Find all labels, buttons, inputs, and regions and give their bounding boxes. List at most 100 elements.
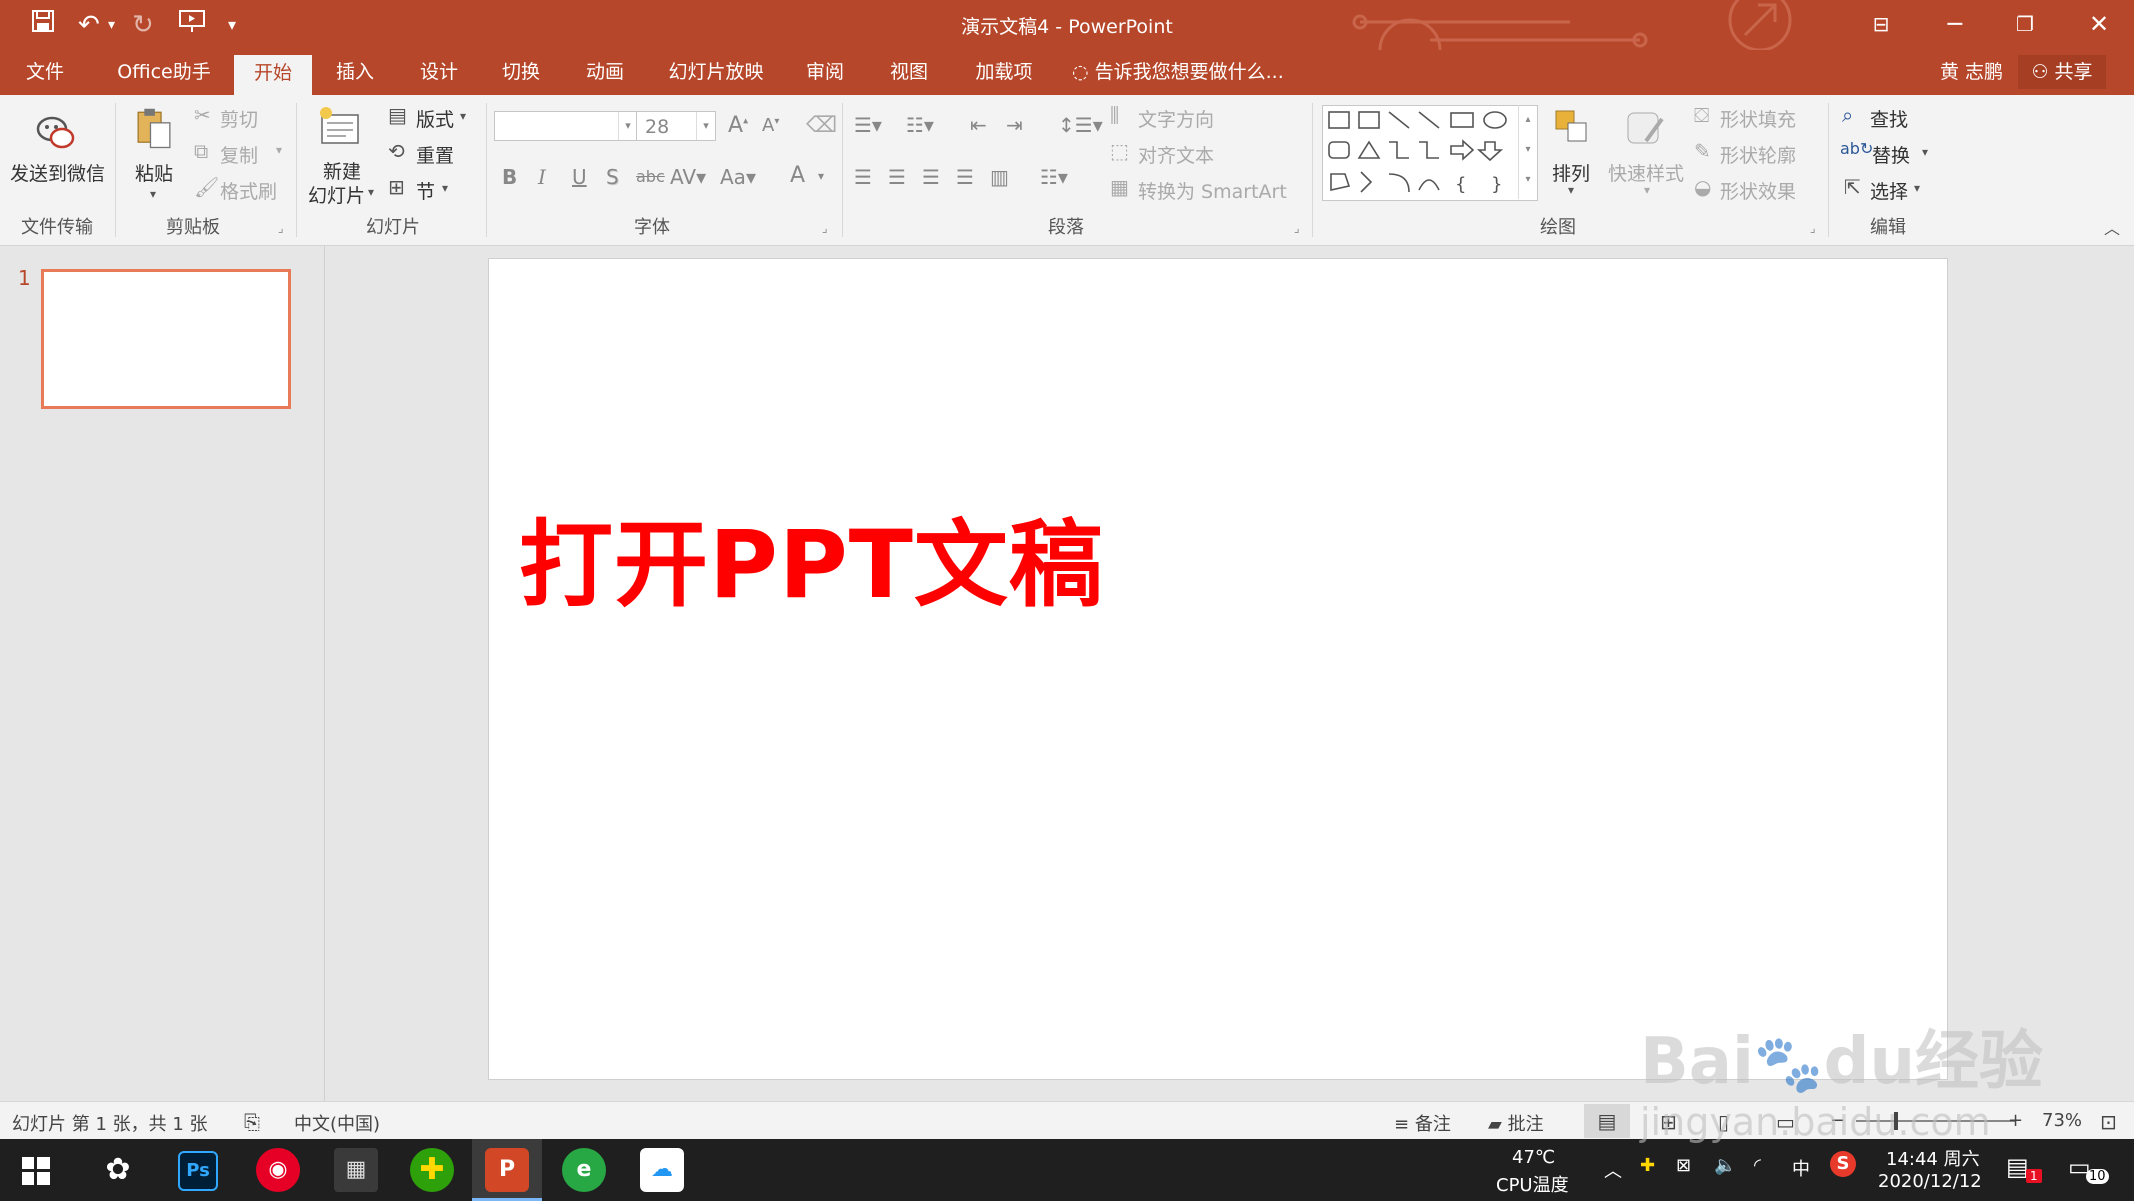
- 360-security-icon[interactable]: ✚: [410, 1148, 454, 1192]
- drawing-launcher-icon[interactable]: ⌟: [1810, 221, 1816, 235]
- layout-button[interactable]: 版式: [416, 105, 454, 132]
- collapse-ribbon-icon[interactable]: ︿: [2104, 215, 2120, 239]
- font-color-icon[interactable]: A: [790, 163, 805, 188]
- quick-styles-icon[interactable]: [1624, 107, 1668, 151]
- tell-me-search[interactable]: ◌ 告诉我您想要做什么...: [1072, 50, 1284, 94]
- wifi-icon[interactable]: ◜: [1754, 1155, 1761, 1176]
- clock-date[interactable]: 2020/12/12: [1878, 1171, 1982, 1192]
- comments-button[interactable]: ▰ 批注: [1488, 1110, 1544, 1136]
- slide-thumbnail[interactable]: [41, 269, 291, 409]
- grow-font-icon[interactable]: A▴: [728, 113, 748, 138]
- ribbon-display-options-icon[interactable]: ⊟: [1856, 6, 1906, 42]
- cut-button[interactable]: 剪切: [220, 105, 258, 132]
- columns-icon[interactable]: ☷▾: [1040, 165, 1068, 189]
- replace-button[interactable]: 替换: [1872, 141, 1910, 168]
- tab-review[interactable]: 审阅: [794, 50, 856, 95]
- copy-dropdown-icon[interactable]: ▾: [276, 143, 282, 157]
- align-center-icon[interactable]: ☰: [888, 165, 906, 189]
- new-slide-dropdown-icon[interactable]: ▾: [368, 185, 374, 199]
- paragraph-launcher-icon[interactable]: ⌟: [1294, 221, 1300, 235]
- reset-button[interactable]: 重置: [416, 141, 454, 168]
- tab-home[interactable]: 开始: [234, 55, 312, 95]
- tab-view[interactable]: 视图: [878, 50, 940, 95]
- align-left-icon[interactable]: ☰: [854, 165, 872, 189]
- section-button[interactable]: 节: [416, 177, 435, 204]
- text-direction-button[interactable]: 文字方向: [1138, 105, 1214, 132]
- shapes-gallery-scroll[interactable]: ▴ ▾ ▾: [1518, 105, 1537, 199]
- tab-file[interactable]: 文件: [14, 50, 76, 95]
- tab-office-assistant[interactable]: Office助手: [108, 50, 220, 95]
- clock-time[interactable]: 14:44 周六: [1886, 1145, 1980, 1171]
- tab-slideshow[interactable]: 幻灯片放映: [660, 50, 772, 95]
- italic-icon[interactable]: I: [538, 165, 546, 189]
- share-button[interactable]: ⚇ 共享: [2018, 55, 2106, 89]
- gallery-down-icon[interactable]: ▾: [1519, 135, 1537, 165]
- underline-icon[interactable]: U: [572, 165, 587, 189]
- shape-outline-button[interactable]: 形状轮廓: [1720, 141, 1796, 168]
- tab-design[interactable]: 设计: [408, 50, 470, 95]
- sogou-ime-icon[interactable]: S: [1830, 1151, 1856, 1177]
- clear-formatting-icon[interactable]: ⌫: [806, 113, 837, 138]
- gallery-up-icon[interactable]: ▴: [1519, 105, 1537, 135]
- shapes-gallery[interactable]: {}: [1322, 105, 1538, 201]
- tab-insert[interactable]: 插入: [324, 50, 386, 95]
- justify-icon[interactable]: ☰: [956, 165, 974, 189]
- align-text-button[interactable]: 对齐文本: [1138, 141, 1214, 168]
- tab-animations[interactable]: 动画: [574, 50, 636, 95]
- font-launcher-icon[interactable]: ⌟: [822, 221, 828, 235]
- tab-addins[interactable]: 加载项: [962, 50, 1046, 95]
- pinwheel-app-icon[interactable]: ✿: [96, 1148, 140, 1192]
- notes-button[interactable]: ≡ 备注: [1394, 1110, 1451, 1136]
- tray-360-icon[interactable]: ✚: [1640, 1155, 1655, 1176]
- increase-indent-icon[interactable]: ⇥: [1006, 113, 1023, 137]
- quick-styles-label[interactable]: 快速样式: [1608, 159, 1684, 186]
- paste-label[interactable]: 粘贴: [135, 159, 173, 186]
- zoom-level[interactable]: 73%: [2042, 1110, 2082, 1131]
- ime-indicator[interactable]: 中: [1792, 1155, 1810, 1181]
- clipboard-launcher-icon[interactable]: ⌟: [278, 221, 284, 235]
- windows-start-icon[interactable]: [22, 1157, 50, 1185]
- convert-smartart-button[interactable]: 转换为 SmartArt: [1138, 177, 1287, 204]
- new-slide-label-2[interactable]: 幻灯片: [308, 181, 365, 208]
- send-to-wechat-label[interactable]: 发送到微信: [10, 159, 105, 186]
- tab-transitions[interactable]: 切换: [490, 50, 552, 95]
- align-right-icon[interactable]: ☰: [922, 165, 940, 189]
- fit-to-window-icon[interactable]: ⊡: [2100, 1110, 2117, 1134]
- replace-dropdown-icon[interactable]: ▾: [1922, 145, 1928, 159]
- bold-icon[interactable]: B: [502, 165, 517, 189]
- quick-styles-dropdown-icon[interactable]: ▾: [1644, 183, 1650, 197]
- shrink-font-icon[interactable]: A▾: [762, 115, 779, 136]
- baidu-netdisk-icon[interactable]: ☁: [640, 1148, 684, 1192]
- select-dropdown-icon[interactable]: ▾: [1914, 181, 1920, 195]
- powerpoint-taskbar-button[interactable]: P: [472, 1139, 542, 1201]
- volume-icon[interactable]: 🔈: [1714, 1155, 1736, 1176]
- section-dropdown-icon[interactable]: ▾: [442, 181, 448, 195]
- close-button[interactable]: ✕: [2074, 6, 2124, 42]
- user-name[interactable]: 黄 志鹏: [1940, 50, 2003, 94]
- paste-dropdown-icon[interactable]: ▾: [150, 187, 156, 201]
- accessibility-check-icon[interactable]: ⎘: [244, 1110, 260, 1134]
- bullets-icon[interactable]: ☰▾: [854, 113, 882, 137]
- calculator-icon[interactable]: ▦: [334, 1148, 378, 1192]
- numbering-icon[interactable]: ☷▾: [906, 113, 934, 137]
- restore-button[interactable]: ❐: [2000, 6, 2050, 42]
- slide-canvas[interactable]: 打开PPT文稿: [488, 258, 1948, 1080]
- change-case-icon[interactable]: Aa▾: [720, 165, 756, 189]
- select-button[interactable]: 选择: [1870, 177, 1908, 204]
- tray-expand-icon[interactable]: ︿: [1604, 1157, 1622, 1183]
- font-size-combo[interactable]: 28 ▾: [636, 111, 716, 141]
- new-slide-icon[interactable]: [318, 105, 362, 149]
- format-painter-button[interactable]: 格式刷: [220, 177, 277, 204]
- font-color-dropdown-icon[interactable]: ▾: [818, 169, 824, 183]
- shape-fill-button[interactable]: 形状填充: [1720, 105, 1796, 132]
- photoshop-icon[interactable]: Ps: [178, 1151, 218, 1191]
- slide-title-text[interactable]: 打开PPT文稿: [519, 489, 1104, 625]
- find-button[interactable]: 查找: [1870, 105, 1908, 132]
- font-name-combo[interactable]: ▾: [494, 111, 638, 141]
- minimize-button[interactable]: ─: [1930, 6, 1980, 42]
- paste-icon[interactable]: [132, 107, 176, 151]
- wechat-icon[interactable]: [34, 111, 78, 155]
- distributed-icon[interactable]: ▥: [990, 165, 1009, 189]
- arrange-icon[interactable]: [1552, 107, 1596, 151]
- decrease-indent-icon[interactable]: ⇤: [970, 113, 987, 137]
